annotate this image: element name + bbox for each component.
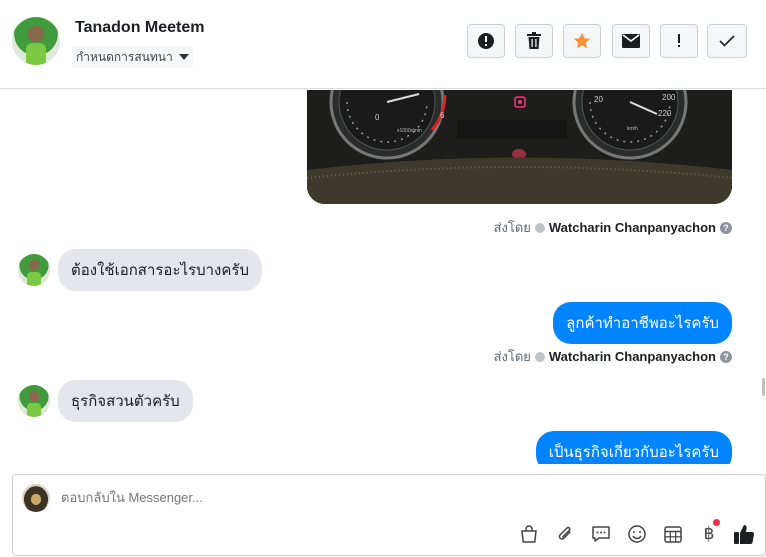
payment-button[interactable]: ฿ [698,519,720,545]
speed-20-label: 20 [594,95,603,104]
speed-200-label: 200 [662,93,676,102]
message-bubble-incoming[interactable]: ต้องใช้เอกสารอะไรบางครับ [58,249,262,291]
sender-name[interactable]: Watcharin Chanpanyachon [549,220,716,235]
contact-avatar-small[interactable] [18,385,50,417]
trash-icon [527,32,541,49]
sent-by-prefix: ส่งโดย [493,220,531,235]
shopping-bag-icon [521,525,537,543]
emoji-button[interactable] [626,523,648,545]
baht-payment-icon: ฿ [703,524,715,544]
conversation-header: Tanadon Meetem กำหนดการสนทนา [0,0,766,89]
assign-conversation-dropdown[interactable]: กำหนดการสนทนา [72,46,193,68]
rpm-unit-label: x1000r/min [397,128,422,134]
scrollbar-thumb[interactable] [762,378,765,396]
rpm-zero-label: 0 [375,113,380,122]
alert-circle-icon [478,33,494,49]
message-bubble-outgoing[interactable]: เป็นธุรกิจเกี่ยวกับอะไรครับ [535,431,732,464]
exclamation-icon [678,34,680,47]
appointment-icon [664,526,682,543]
sent-by-line: ส่งโดย Watcharin Chanpanyachon ? [494,217,732,238]
help-icon[interactable]: ? [720,350,732,363]
incoming-message: ธุรกิจสวนตัวครับ [18,380,193,422]
sender-name[interactable]: Watcharin Chanpanyachon [549,349,716,364]
report-spam-button[interactable] [467,24,505,58]
notification-dot [713,519,720,526]
reply-input[interactable] [61,490,461,505]
verified-check-icon [534,351,545,362]
message-thread[interactable]: 0 6 x1000r/min 20 200 220 km/h ส่งโดย Wa… [0,90,766,464]
star-icon [573,32,591,49]
verified-check-icon [534,222,545,233]
page-avatar [22,484,50,512]
help-icon[interactable]: ? [720,221,732,234]
like-icon [734,525,755,544]
paperclip-icon [558,526,571,540]
saved-reply-button[interactable] [590,523,612,545]
mark-done-button[interactable] [707,24,747,58]
caret-down-icon [178,54,189,60]
incoming-message: ต้องใช้เอกสารอะไรบางครับ [18,249,262,291]
mark-important-button[interactable] [660,24,698,58]
rpm-six-label: 6 [440,111,445,120]
sent-by-line: ส่งโดย Watcharin Chanpanyachon ? [494,346,732,367]
check-icon [719,35,735,47]
contact-name[interactable]: Tanadon Meetem [75,19,205,37]
sent-by-prefix: ส่งโดย [493,349,531,364]
dashboard-photo[interactable]: 0 6 x1000r/min 20 200 220 km/h [307,90,732,204]
reply-composer: ฿ [12,474,766,556]
saved-reply-icon [592,526,610,542]
like-button[interactable] [733,523,755,545]
speed-unit-label: km/h [627,126,638,132]
emoji-icon [628,525,646,543]
speed-220-label: 220 [658,109,672,118]
attach-button[interactable] [554,523,576,545]
mark-unread-button[interactable] [612,24,650,58]
contact-avatar[interactable] [12,17,60,65]
contact-avatar-small[interactable] [18,254,50,286]
dashboard-image: 0 6 x1000r/min 20 200 220 km/h [307,90,732,204]
message-bubble-incoming[interactable]: ธุรกิจสวนตัวครับ [58,380,193,422]
assign-label: กำหนดการสนทนา [76,49,173,64]
appointment-button[interactable] [662,523,684,545]
shop-button[interactable] [518,523,540,545]
delete-button[interactable] [515,24,553,58]
envelope-icon [622,34,640,48]
star-button[interactable] [563,24,601,58]
message-bubble-outgoing[interactable]: ลูกค้าทำอาชีพอะไรครับ [553,302,732,344]
